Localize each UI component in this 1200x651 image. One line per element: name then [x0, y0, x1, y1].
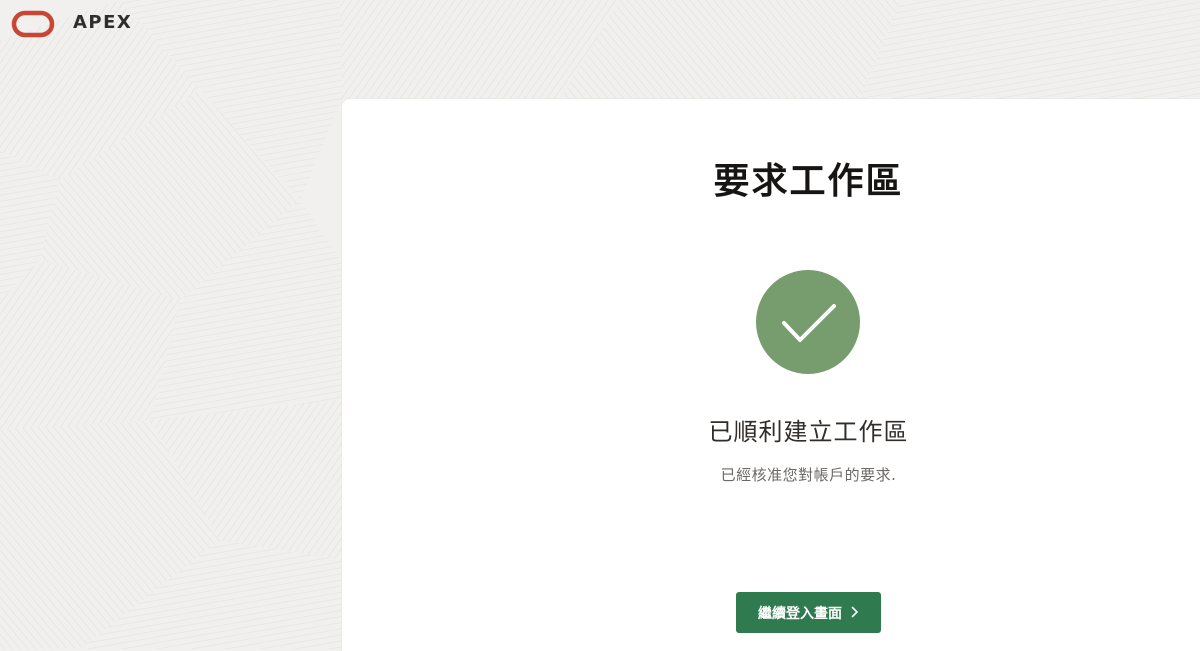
- page-title: 要求工作區: [713, 161, 904, 202]
- success-message: 已經核准您對帳戶的要求.: [720, 466, 897, 484]
- success-heading: 已順利建立工作區: [708, 418, 909, 446]
- top-bar: APEX: [0, 0, 1200, 48]
- continue-to-login-button[interactable]: 繼續登入畫面: [736, 592, 881, 633]
- oracle-logo-icon[interactable]: [11, 10, 55, 38]
- continue-button-label: 繼續登入畫面: [758, 605, 842, 622]
- chevron-right-icon: [850, 604, 859, 622]
- request-workspace-card: 要求工作區 已順利建立工作區 已經核准您對帳戶的要求. 繼續登入畫面: [342, 99, 1200, 651]
- app-name: APEX: [73, 12, 133, 33]
- checkmark-circle-icon: [756, 270, 860, 374]
